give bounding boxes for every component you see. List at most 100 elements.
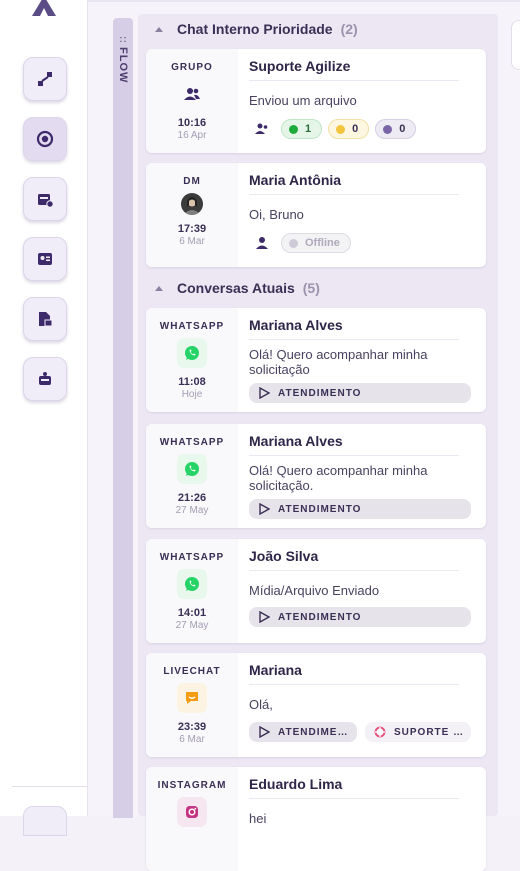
section-count: (5) bbox=[302, 280, 320, 296]
whatsapp-icon bbox=[185, 577, 199, 591]
collapse-caret-icon[interactable] bbox=[155, 285, 163, 291]
sidebar-item-settings[interactable] bbox=[23, 806, 67, 836]
main-area: ∷ FLOW Chat Interno Prioridade (2) GRUPO bbox=[88, 0, 520, 871]
channel-icon bbox=[177, 569, 207, 599]
channel-icon bbox=[177, 454, 207, 484]
sidebar-item-reports[interactable] bbox=[23, 297, 67, 341]
channel-label: DM bbox=[183, 176, 201, 187]
contacts-icon bbox=[38, 253, 52, 265]
group-members-icon bbox=[249, 118, 275, 140]
support-icon bbox=[374, 726, 386, 738]
whatsapp-icon bbox=[185, 346, 199, 360]
reports-icon bbox=[39, 312, 53, 327]
message-date: 6 Mar bbox=[179, 734, 205, 745]
counter-green: 1 bbox=[281, 119, 323, 139]
contact-name: João Silva bbox=[249, 548, 319, 564]
counter-yellow: 0 bbox=[328, 119, 370, 139]
chat-icon bbox=[36, 130, 54, 148]
yellow-dot-icon bbox=[336, 124, 346, 134]
flow-handle[interactable]: ∷ FLOW bbox=[113, 18, 133, 818]
counter-purple: 0 bbox=[375, 119, 417, 139]
drag-handle-icon: ∷ bbox=[119, 35, 127, 46]
channel-label: WHATSAPP bbox=[159, 552, 225, 563]
flow-label: FLOW bbox=[117, 47, 129, 84]
contact-name: Mariana Alves bbox=[249, 433, 343, 449]
message-time: 14:01 bbox=[177, 607, 207, 619]
livechat-icon bbox=[186, 692, 198, 704]
whatsapp-icon bbox=[185, 462, 199, 476]
sidebar-item-contacts[interactable] bbox=[23, 237, 67, 281]
channel-icon bbox=[177, 683, 207, 713]
contact-name: Mariana Alves bbox=[249, 317, 343, 333]
conversation-card[interactable]: WHATSAPP 21:26 27 May Mariana Alves Olá!… bbox=[146, 424, 486, 528]
channel-icon bbox=[177, 797, 207, 827]
divider bbox=[249, 455, 459, 456]
divider bbox=[249, 80, 459, 81]
message-date: 27 May bbox=[175, 505, 209, 516]
message-time: 11:08 bbox=[178, 376, 206, 388]
conversation-card[interactable]: WHATSAPP 14:01 27 May João Silva Mídia/A… bbox=[146, 539, 486, 643]
purple-dot-icon bbox=[383, 124, 393, 134]
logo-icon bbox=[32, 0, 56, 16]
contact-name: Suporte Agilize bbox=[249, 58, 351, 74]
message-time: 23:39 bbox=[177, 721, 207, 733]
last-message: Olá! Quero acompanhar minha solicitação. bbox=[249, 463, 428, 493]
queue-badge[interactable]: SUPORTE … bbox=[365, 722, 471, 742]
status-badge[interactable]: ATENDIMENTO bbox=[249, 607, 471, 627]
calendar-icon bbox=[38, 194, 54, 208]
bot-icon bbox=[39, 372, 51, 385]
message-time: 17:39 bbox=[177, 223, 207, 235]
conversation-card[interactable]: LIVECHAT 23:39 6 Mar Mariana Olá, ATENDI… bbox=[146, 653, 486, 757]
last-message: Mídia/Arquivo Enviado bbox=[249, 583, 380, 598]
divider bbox=[249, 798, 459, 799]
channel-label: WHATSAPP bbox=[159, 437, 225, 448]
sidebar bbox=[0, 0, 88, 836]
message-time: 21:26 bbox=[177, 492, 207, 504]
contact-name: Mariana bbox=[249, 662, 302, 678]
sidebar-item-chat[interactable] bbox=[23, 117, 67, 161]
collapse-caret-icon[interactable] bbox=[155, 26, 163, 32]
status-badge[interactable]: ATENDIMENTO bbox=[249, 383, 471, 403]
conversation-card[interactable]: DM 17:39 6 Mar Maria Antônia Oi, Bruno O… bbox=[146, 163, 486, 267]
conversation-card[interactable]: INSTAGRAM Eduardo Lima hei bbox=[146, 767, 486, 871]
last-message: Olá! Quero acompanhar minha solicitação bbox=[249, 347, 428, 377]
message-time: 10:16 bbox=[177, 117, 207, 129]
channel-label: LIVECHAT bbox=[163, 666, 221, 677]
play-icon bbox=[259, 611, 270, 623]
section-current-conversations[interactable]: Conversas Atuais (5) bbox=[146, 276, 320, 300]
section-count: (2) bbox=[340, 21, 358, 37]
play-icon bbox=[259, 503, 270, 515]
divider bbox=[249, 684, 459, 685]
person-icon bbox=[249, 232, 275, 254]
sidebar-divider bbox=[12, 786, 88, 787]
message-date: 6 Mar bbox=[179, 236, 205, 247]
conversation-card[interactable]: GRUPO 10:16 16 Apr Suporte Agilize Envio… bbox=[146, 49, 486, 153]
play-icon bbox=[259, 726, 270, 738]
sidebar-item-flow[interactable] bbox=[23, 57, 67, 101]
green-dot-icon bbox=[289, 124, 298, 134]
sidebar-item-bot[interactable] bbox=[23, 357, 67, 401]
play-icon bbox=[259, 387, 270, 399]
status-badge[interactable]: ATENDIME… bbox=[249, 722, 357, 742]
section-title: Chat Interno Prioridade bbox=[177, 21, 333, 37]
last-message: Olá, bbox=[249, 697, 273, 712]
contact-name: Maria Antônia bbox=[249, 172, 342, 188]
group-icon bbox=[184, 88, 200, 100]
channel-label: GRUPO bbox=[171, 62, 213, 73]
conversation-card[interactable]: WHATSAPP 11:08 Hoje Mariana Alves Olá! Q… bbox=[146, 308, 486, 412]
last-message: Enviou um arquivo bbox=[249, 93, 357, 108]
message-date: Hoje bbox=[181, 389, 203, 400]
status-badge[interactable]: ATENDIMENTO bbox=[249, 499, 471, 519]
presence-badge: Offline bbox=[281, 233, 351, 253]
channel-label: WHATSAPP bbox=[159, 321, 225, 332]
next-column-peek[interactable] bbox=[511, 20, 520, 70]
conversation-column: Chat Interno Prioridade (2) GRUPO 10:16 … bbox=[138, 14, 498, 871]
top-divider bbox=[88, 0, 520, 2]
channel-icon bbox=[177, 338, 207, 368]
sidebar-item-calendar[interactable] bbox=[23, 177, 67, 221]
message-date: 27 May bbox=[175, 620, 209, 631]
divider bbox=[249, 339, 459, 340]
offline-dot-icon bbox=[289, 238, 298, 248]
section-internal-priority[interactable]: Chat Interno Prioridade (2) bbox=[146, 17, 358, 41]
last-message: Oi, Bruno bbox=[249, 207, 304, 222]
